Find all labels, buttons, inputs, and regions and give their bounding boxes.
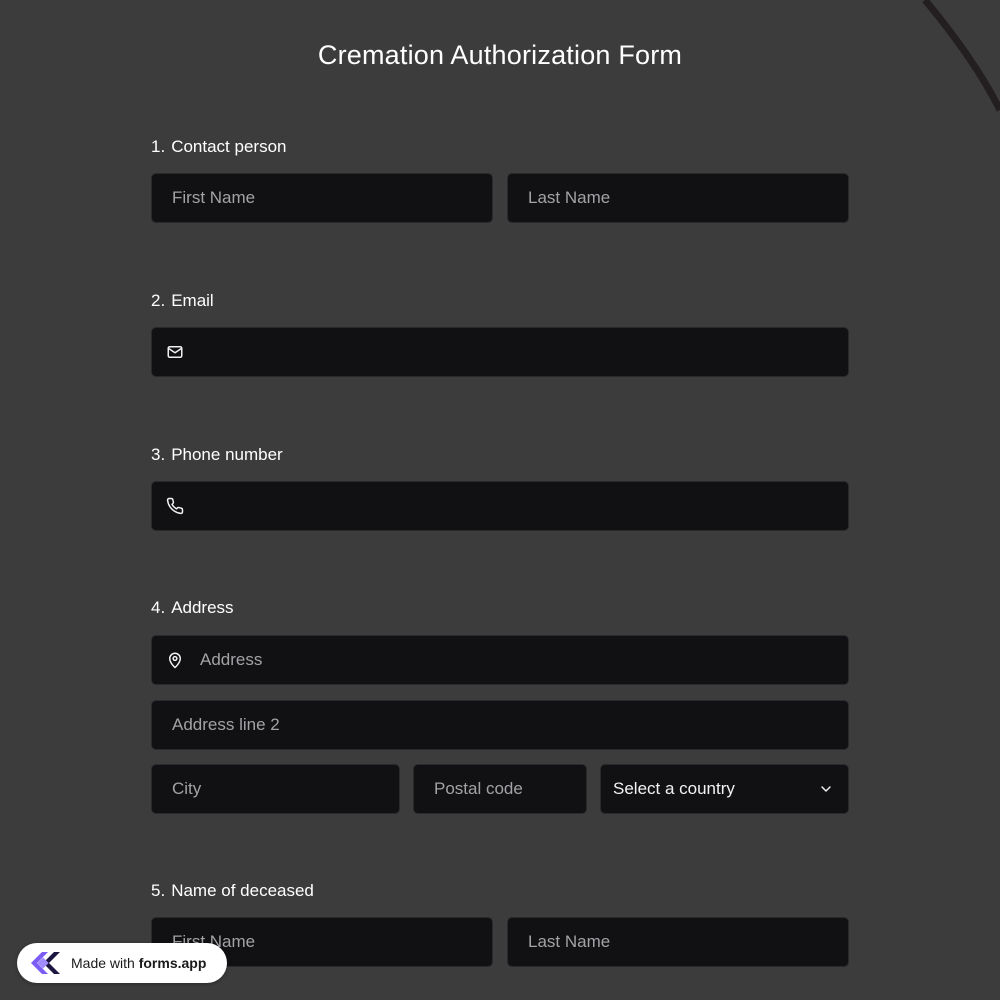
country-select[interactable]: Select a country — [600, 764, 849, 814]
question-email-label: 2. Email — [151, 291, 214, 310]
address-line2-input[interactable]: Address line 2 — [151, 700, 849, 750]
question-deceased-name-label: 5. Name of deceased — [151, 881, 314, 900]
email-input[interactable] — [151, 327, 849, 377]
contact-first-name-input[interactable]: First Name — [151, 173, 493, 223]
city-input[interactable]: City — [151, 764, 400, 814]
deceased-last-name-input[interactable]: Last Name — [507, 917, 849, 967]
question-phone-label: 3. Phone number — [151, 445, 283, 464]
form-title: Cremation Authorization Form — [317, 40, 683, 70]
mail-icon — [166, 343, 184, 361]
question-contact-person-label: 1. Contact person — [151, 137, 287, 156]
made-with-forms-app-badge[interactable]: Made with forms.app — [17, 943, 227, 983]
question-address-label: 4. Address — [151, 598, 234, 617]
address-input[interactable]: Address — [151, 635, 849, 685]
postal-code-input[interactable]: Postal code — [413, 764, 587, 814]
forms-app-logo-icon — [25, 947, 65, 979]
phone-icon — [166, 497, 184, 515]
phone-input[interactable] — [151, 481, 849, 531]
map-pin-icon — [166, 651, 184, 669]
chevron-down-icon — [818, 781, 834, 797]
contact-last-name-input[interactable]: Last Name — [507, 173, 849, 223]
